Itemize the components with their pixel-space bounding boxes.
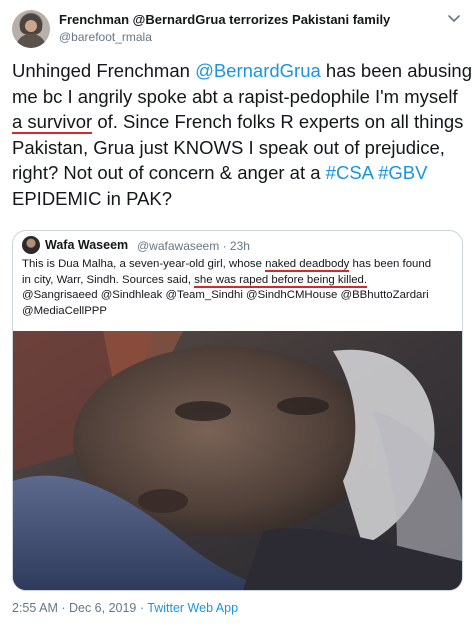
avatar-face bbox=[25, 20, 37, 32]
underlined-phrase: a survivor bbox=[12, 111, 93, 134]
avatar-shoulders bbox=[16, 34, 46, 48]
quoted-line-1: This is Dua Malha, a seven-year-old girl… bbox=[22, 257, 454, 273]
quoted-tweet-text: This is Dua Malha, a seven-year-old girl… bbox=[22, 257, 454, 319]
tweet-text-segment: right? Not out of concern & anger at a bbox=[12, 162, 326, 183]
hashtag-link[interactable]: #CSA bbox=[326, 162, 373, 183]
quoted-line-4: @MediaCellPPP bbox=[22, 304, 108, 317]
quoted-tweet-photo[interactable] bbox=[13, 331, 462, 590]
quoted-tweet[interactable]: Wafa Waseem @wafawaseem · 23h This is Du… bbox=[12, 230, 463, 591]
tweet-line-6: EPIDEMIC in PAK? bbox=[12, 187, 173, 209]
author-name[interactable]: Frenchman @BernardGrua terrorizes Pakist… bbox=[59, 12, 390, 27]
tweet-line-1: Unhinged Frenchman @BernardGrua has been… bbox=[12, 58, 472, 84]
tweet-text-segment: Unhinged Frenchman bbox=[12, 60, 196, 81]
tweet-line-2: me bc I angrily spoke abt a rapist-pedop… bbox=[12, 85, 458, 107]
tweet-header: Frenchman @BernardGrua terrorizes Pakist… bbox=[12, 8, 462, 52]
tweet-line-5: right? Not out of concern & anger at a #… bbox=[12, 160, 464, 186]
quoted-text-segment: has been found bbox=[349, 258, 432, 270]
hashtag-link[interactable]: #GBV bbox=[378, 162, 427, 183]
underlined-phrase: she was raped before being killed. bbox=[194, 273, 368, 288]
quoted-author-handle: @wafawaseem bbox=[137, 239, 220, 253]
tweet-line-4: Pakistan, Grua just KNOWS I speak out of… bbox=[12, 136, 445, 158]
tweet-line-3: a survivor of. Since French folks R expe… bbox=[12, 109, 464, 135]
tweet-timestamp[interactable]: 2:55 AM · Dec 6, 2019 · bbox=[12, 601, 147, 615]
quoted-author-name: Wafa Waseem bbox=[45, 238, 129, 252]
chevron-down-icon[interactable] bbox=[446, 10, 462, 26]
source-link[interactable]: Twitter Web App bbox=[147, 601, 238, 615]
avatar[interactable] bbox=[12, 10, 50, 48]
author-handle[interactable]: @barefoot_rmala bbox=[59, 30, 152, 44]
quoted-meta: @wafawaseem · 23h bbox=[137, 239, 250, 253]
quoted-text-segment: in city, Warr, Sindh. Sources said, bbox=[22, 273, 195, 286]
tweet-text: Unhinged Frenchman @BernardGrua has been… bbox=[12, 58, 472, 211]
photo-image bbox=[13, 331, 462, 590]
underlined-phrase: naked deadbody bbox=[265, 258, 350, 272]
quoted-avatar bbox=[22, 236, 40, 254]
tweet-text-segment: has been abusing bbox=[320, 60, 473, 81]
tweet-footer: 2:55 AM · Dec 6, 2019 · Twitter Web App bbox=[12, 601, 238, 615]
quoted-time: 23h bbox=[229, 239, 250, 253]
tweet-text-segment: of. Since French folks R experts on all … bbox=[92, 111, 464, 132]
quoted-text-segment: This is Dua Malha, a seven-year-old girl… bbox=[22, 258, 266, 270]
quoted-line-3: @Sangrisaeed @Sindhleak @Team_Sindhi @Si… bbox=[22, 289, 429, 301]
mention-link[interactable]: @BernardGrua bbox=[195, 60, 321, 81]
separator: · bbox=[222, 239, 227, 253]
quoted-line-2: in city, Warr, Sindh. Sources said, she … bbox=[22, 273, 454, 289]
